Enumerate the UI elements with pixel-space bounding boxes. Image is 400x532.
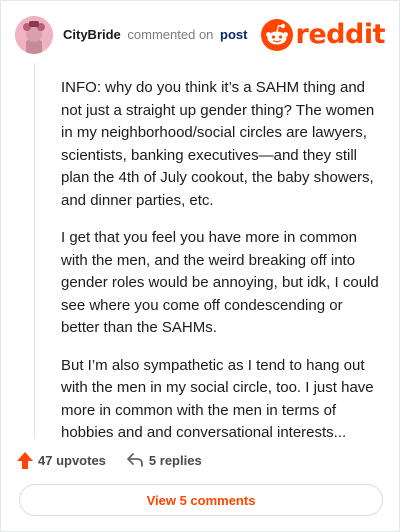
- comment-meta: CityBride commented on post: [63, 27, 248, 43]
- upvote-count: 47 upvotes: [38, 452, 106, 468]
- comment-card: CityBride commented on post reddit INFO:…: [0, 0, 400, 532]
- reddit-wordmark: reddit: [295, 19, 386, 50]
- comment-paragraph: INFO: why do you think it’s a SAHM thing…: [61, 79, 375, 209]
- reply-count: 5 replies: [148, 452, 202, 468]
- upvote-arrow-icon: [17, 451, 33, 469]
- comment-paragraph: But I’m also sympathetic as I tend to ha…: [61, 356, 374, 442]
- thread-line[interactable]: [34, 63, 35, 438]
- comment-actions: 47 upvotes 5 replies: [17, 449, 202, 471]
- view-comments-button[interactable]: View 5 comments: [19, 484, 383, 516]
- comment-body: INFO: why do you think it’s a SAHM thing…: [61, 77, 383, 460]
- reply-button[interactable]: 5 replies: [126, 452, 202, 468]
- upvote-button[interactable]: 47 upvotes: [17, 451, 106, 469]
- reddit-logo-icon: [260, 19, 293, 51]
- reddit-logo[interactable]: reddit: [260, 19, 386, 51]
- username-link[interactable]: CityBride: [63, 27, 121, 42]
- comment-header: CityBride commented on post reddit: [15, 15, 386, 55]
- post-link[interactable]: post: [220, 27, 247, 42]
- comment-paragraph: I get that you feel you have more in com…: [61, 229, 379, 336]
- reply-arrow-icon: [127, 453, 143, 467]
- action-text: commented on: [127, 27, 214, 42]
- avatar[interactable]: [15, 16, 53, 54]
